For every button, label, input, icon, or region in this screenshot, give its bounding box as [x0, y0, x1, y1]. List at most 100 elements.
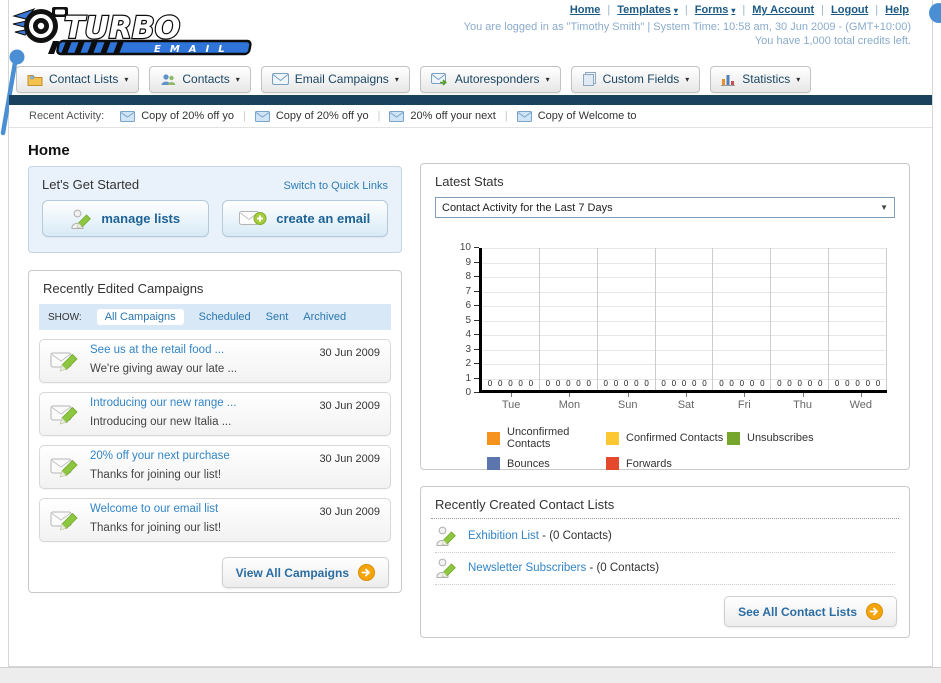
get-started-title: Let's Get Started [42, 177, 140, 192]
x-tick-label: Sun [599, 393, 657, 411]
nav-link-home[interactable]: Home [570, 4, 601, 16]
activity-separator: | [242, 110, 246, 122]
bar-value-labels: 00000 [713, 379, 770, 388]
bar-value-label: 0 [845, 379, 850, 388]
envelope-icon [271, 73, 289, 85]
contact-list-text: Exhibition List - (0 Contacts) [468, 530, 612, 542]
chart-group-fri: 00000 [713, 248, 772, 390]
legend-swatch-icon [727, 431, 740, 445]
legend-item-forwards: Forwards [606, 457, 727, 470]
contact-list-link[interactable]: Exhibition List [468, 530, 539, 542]
tab-email-campaigns[interactable]: Email Campaigns ▾ [260, 66, 410, 93]
campaign-row[interactable]: See us at the retail food ... We're givin… [39, 339, 391, 383]
campaign-row[interactable]: Introducing our new range ... Introducing… [39, 392, 391, 436]
activity-item-label: Copy of Welcome to [537, 110, 637, 122]
campaign-rows: See us at the retail food ... We're givin… [29, 330, 401, 542]
chart-group-mon: 00000 [540, 248, 598, 390]
view-all-campaigns-button[interactable]: View All Campaigns [221, 557, 389, 588]
nav-link-logout[interactable]: Logout [831, 4, 868, 16]
bar-value-label: 0 [807, 379, 813, 388]
view-all-campaigns-label: View All Campaigns [235, 565, 349, 580]
tab-contact-lists[interactable]: Contact Lists ▾ [16, 66, 140, 93]
nav-link-help[interactable]: Help [885, 4, 909, 16]
bar-value-label: 0 [875, 379, 881, 388]
stats-report-select[interactable]: Contact Activity for the Last 7 Days ▼ [435, 197, 895, 218]
folder-icon [27, 73, 43, 86]
campaign-row[interactable]: 20% off your next purchase Thanks for joi… [39, 445, 391, 489]
legend-swatch-icon [606, 431, 619, 445]
bar-value-label: 0 [729, 379, 734, 388]
nav-link-forms[interactable]: Forms ▾ [695, 4, 736, 16]
bar-value-labels: 00000 [656, 379, 713, 388]
bar-value-label: 0 [644, 379, 649, 388]
bar-value-label: 0 [613, 379, 619, 388]
bar-value-label: 0 [508, 379, 513, 388]
filter-sent[interactable]: Sent [266, 311, 289, 323]
nav-link-templates[interactable]: Templates ▾ [617, 4, 678, 16]
bar-value-label: 0 [586, 379, 591, 388]
recently-created-contact-lists-panel: Recently Created Contact Lists Exhibitio… [420, 486, 910, 638]
contact-list-item[interactable]: Newsletter Subscribers - (0 Contacts) [435, 553, 895, 585]
recent-activity-label: Recent Activity: [29, 110, 105, 122]
recent-activity-item[interactable]: Copy of Welcome to [516, 110, 637, 122]
chart-icon [721, 73, 736, 86]
recent-activity-item[interactable]: 20% off your next [389, 110, 496, 122]
tab-label: Email Campaigns [294, 72, 389, 86]
campaign-text: 20% off your next purchase Thanks for joi… [90, 449, 309, 485]
nav-link-my-account[interactable]: My Account [752, 4, 814, 16]
bar-value-labels: 00000 [482, 379, 539, 388]
bar-value-label: 0 [797, 379, 802, 388]
bar-value-labels: 00000 [771, 379, 828, 388]
chart-x-axis: Tue Mon Sun Sat Fri Thu Wed [482, 393, 890, 411]
contact-list-item[interactable]: Exhibition List - (0 Contacts) [435, 521, 895, 553]
bar-value-label: 0 [702, 379, 707, 388]
campaign-title-link[interactable]: See us at the retail food ... [90, 343, 309, 358]
campaign-title-link[interactable]: 20% off your next purchase [90, 449, 309, 464]
envelope-icon [389, 110, 405, 122]
filter-all-campaigns[interactable]: All Campaigns [96, 309, 184, 325]
nav-separator: | [821, 4, 825, 16]
legend-label: Unconfirmed Contacts [507, 426, 570, 450]
x-tick-label: Thu [773, 393, 831, 411]
filter-scheduled[interactable]: Scheduled [199, 311, 251, 323]
nav-separator: | [742, 4, 746, 16]
contact-list-count: - (0 Contacts) [538, 530, 612, 542]
legend-swatch-icon [606, 457, 619, 470]
campaign-title-link[interactable]: Welcome to our email list [90, 502, 309, 517]
tab-custom-fields[interactable]: Custom Fields ▾ [570, 66, 701, 93]
tab-label: Autoresponders [454, 72, 540, 86]
recent-activity-item[interactable]: Copy of 20% off yo [120, 110, 234, 122]
tab-label: Contact Lists [49, 72, 119, 86]
bar-value-label: 0 [817, 379, 823, 388]
y-tick-label: 2 [465, 358, 471, 369]
contact-list-link[interactable]: Newsletter Subscribers [468, 562, 586, 574]
campaign-subtitle: Introducing our new Italia ... [90, 416, 232, 429]
y-tick-label: 6 [465, 300, 471, 311]
legend-item-bounces: Bounces [487, 457, 606, 470]
turbo-email-logo: TURBO EMAIL [12, 4, 264, 63]
chart-y-axis: 0 1 2 3 4 5 6 7 8 9 10 [449, 242, 479, 398]
tab-label: Custom Fields [602, 72, 680, 86]
campaign-title-link[interactable]: Introducing our new range ... [90, 396, 309, 411]
filter-archived[interactable]: Archived [303, 311, 346, 323]
campaign-text: Welcome to our email list Thanks for join… [90, 502, 309, 538]
switch-to-quick-links-link[interactable]: Switch to Quick Links [283, 180, 388, 192]
campaign-row[interactable]: Welcome to our email list Thanks for join… [39, 498, 391, 542]
tab-autoresponders[interactable]: Autoresponders ▾ [419, 66, 561, 93]
create-an-email-button[interactable]: create an email [221, 200, 388, 237]
tab-statistics[interactable]: Statistics ▾ [710, 66, 812, 93]
campaign-date: 30 Jun 2009 [319, 506, 380, 518]
chevron-down-icon: ▾ [796, 74, 801, 84]
chevron-down-icon: ▾ [235, 74, 240, 84]
manage-lists-button[interactable]: manage lists [42, 200, 209, 237]
legend-swatch-icon [487, 431, 500, 445]
activity-item-label: Copy of 20% off yo [275, 110, 369, 122]
recent-activity-item[interactable]: Copy of 20% off yo [254, 110, 369, 122]
bar-value-label: 0 [834, 379, 840, 388]
tab-contacts[interactable]: Contacts ▾ [149, 66, 251, 93]
see-all-contact-lists-button[interactable]: See All Contact Lists [724, 596, 897, 627]
page-title: Home [28, 142, 70, 160]
campaign-subtitle: We're giving away our late ... [90, 363, 238, 376]
arrow-circle-icon [358, 564, 375, 581]
main-tab-bar: Contact Lists ▾ Contacts ▾ Email Campaigns ▾ A… [16, 66, 812, 93]
